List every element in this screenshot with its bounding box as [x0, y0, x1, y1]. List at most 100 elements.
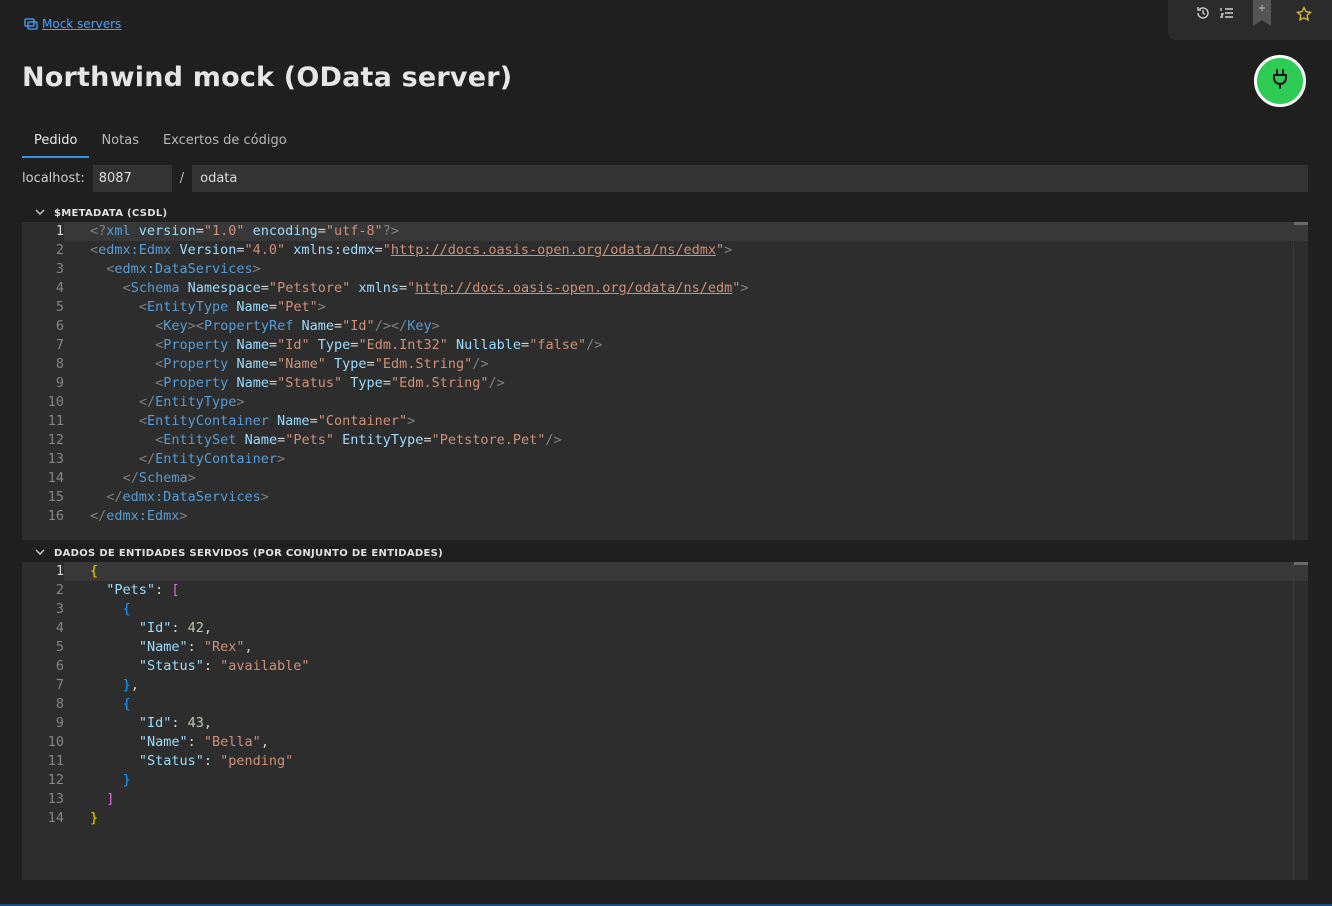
- path-input[interactable]: [192, 165, 1309, 192]
- top-toolbar: [1168, 0, 1332, 40]
- code-text[interactable]: <edmx:Edmx Version="4.0" xmlns:edmx="htt…: [64, 241, 1308, 260]
- code-text[interactable]: <Property Name="Name" Type="Edm.String"/…: [64, 355, 1308, 374]
- editor-scrollbar[interactable]: [1293, 222, 1308, 540]
- line-number: 5: [55, 639, 64, 655]
- code-line[interactable]: 11 "Status": "pending": [22, 752, 1308, 771]
- line-number: 1: [55, 563, 64, 579]
- code-line[interactable]: 9 "Id": 43,: [22, 714, 1308, 733]
- code-line[interactable]: 10 "Name": "Bella",: [22, 733, 1308, 752]
- code-line[interactable]: 6 <Key><PropertyRef Name="Id"/></Key>: [22, 317, 1308, 336]
- code-text[interactable]: </edmx:Edmx>: [64, 507, 1308, 526]
- editor-scrollbar[interactable]: [1293, 562, 1308, 880]
- code-line[interactable]: 9 <Property Name="Status" Type="Edm.Stri…: [22, 374, 1308, 393]
- code-text[interactable]: <EntityContainer Name="Container">: [64, 412, 1308, 431]
- code-line[interactable]: 15 </edmx:DataServices>: [22, 488, 1308, 507]
- star-icon[interactable]: [1296, 5, 1312, 22]
- line-number: 2: [55, 582, 64, 598]
- code-text[interactable]: {: [64, 562, 1308, 581]
- line-number: 8: [55, 356, 64, 372]
- metadata-section-header[interactable]: $METADATA (CSDL): [34, 206, 167, 221]
- code-line[interactable]: 7 },: [22, 676, 1308, 695]
- code-line[interactable]: 7 <Property Name="Id" Type="Edm.Int32" N…: [22, 336, 1308, 355]
- code-line[interactable]: 11 <EntityContainer Name="Container">: [22, 412, 1308, 431]
- code-line[interactable]: 4 "Id": 42,: [22, 619, 1308, 638]
- line-number: 12: [47, 772, 64, 788]
- line-number: 14: [47, 810, 64, 826]
- line-number: 1: [55, 223, 64, 239]
- code-text[interactable]: <Property Name="Id" Type="Edm.Int32" Nul…: [64, 336, 1308, 355]
- tab-notas[interactable]: Notas: [89, 130, 151, 158]
- code-line[interactable]: 8 <Property Name="Name" Type="Edm.String…: [22, 355, 1308, 374]
- path-separator: /: [179, 171, 185, 186]
- code-text[interactable]: </EntityContainer>: [64, 450, 1308, 469]
- code-text[interactable]: {: [64, 695, 1308, 714]
- code-text[interactable]: <Schema Namespace="Petstore" xmlns="http…: [64, 279, 1308, 298]
- code-text[interactable]: <edmx:DataServices>: [64, 260, 1308, 279]
- data-section-header[interactable]: DADOS DE ENTIDADES SERVIDOS (POR CONJUNT…: [34, 546, 443, 561]
- code-line[interactable]: 12 }: [22, 771, 1308, 790]
- history-icon[interactable]: [1195, 5, 1211, 21]
- line-number: 14: [47, 470, 64, 486]
- code-text[interactable]: <EntityType Name="Pet">: [64, 298, 1308, 317]
- breadcrumb-link-mock-servers[interactable]: Mock servers: [42, 17, 121, 31]
- line-number: 8: [55, 696, 64, 712]
- code-line[interactable]: 1 <?xml version="1.0" encoding="utf-8"?>: [22, 222, 1308, 241]
- code-line[interactable]: 12 <EntitySet Name="Pets" EntityType="Pe…: [22, 431, 1308, 450]
- data-editor[interactable]: 1{2 "Pets": [3 {4 "Id": 42, 5 "Name": "Re…: [22, 562, 1308, 880]
- code-text[interactable]: },: [64, 676, 1308, 695]
- line-number: 15: [47, 489, 64, 505]
- metadata-editor[interactable]: 1 <?xml version="1.0" encoding="utf-8"?> 2…: [22, 222, 1308, 540]
- code-line[interactable]: 6 "Status": "available": [22, 657, 1308, 676]
- code-line[interactable]: 5 <EntityType Name="Pet">: [22, 298, 1308, 317]
- code-line[interactable]: 5 "Name": "Rex",: [22, 638, 1308, 657]
- code-text[interactable]: <EntitySet Name="Pets" EntityType="Petst…: [64, 431, 1308, 450]
- start-server-button[interactable]: [1254, 55, 1306, 107]
- code-text[interactable]: "Pets": [: [64, 581, 1308, 600]
- code-line[interactable]: 3 <edmx:DataServices>: [22, 260, 1308, 279]
- line-number: 11: [47, 753, 64, 769]
- line-number: 3: [55, 601, 64, 617]
- code-line[interactable]: 13 </EntityContainer>: [22, 450, 1308, 469]
- code-text[interactable]: "Status": "available": [64, 657, 1308, 676]
- code-text[interactable]: }: [64, 771, 1308, 790]
- code-line[interactable]: 4 <Schema Namespace="Petstore" xmlns="ht…: [22, 279, 1308, 298]
- code-text[interactable]: "Status": "pending": [64, 752, 1308, 771]
- port-input[interactable]: [92, 165, 172, 192]
- code-line[interactable]: 14}: [22, 809, 1308, 828]
- code-text[interactable]: ]: [64, 790, 1308, 809]
- code-text[interactable]: }: [64, 809, 1308, 828]
- code-text[interactable]: <?xml version="1.0" encoding="utf-8"?>: [64, 222, 1308, 241]
- scrollbar-marker: [1294, 222, 1308, 225]
- code-line[interactable]: 16 </edmx:Edmx>: [22, 507, 1308, 526]
- code-text[interactable]: <Key><PropertyRef Name="Id"/></Key>: [64, 317, 1308, 336]
- bookmark-icon[interactable]: [1253, 0, 1271, 26]
- chevron-down-icon: [34, 206, 46, 221]
- code-line[interactable]: 10 </EntityType>: [22, 393, 1308, 412]
- line-number: 2: [55, 242, 64, 258]
- line-number: 7: [55, 337, 64, 353]
- code-text[interactable]: </EntityType>: [64, 393, 1308, 412]
- url-row: localhost: /: [22, 165, 1309, 192]
- tab-excertos-de-codigo[interactable]: Excertos de código: [151, 130, 299, 158]
- code-line[interactable]: 1{: [22, 562, 1308, 581]
- chevron-down-icon: [34, 546, 46, 561]
- code-text[interactable]: </Schema>: [64, 469, 1308, 488]
- code-line[interactable]: 2 "Pets": [: [22, 581, 1308, 600]
- line-number: 12: [47, 432, 64, 448]
- code-text[interactable]: "Name": "Bella",: [64, 733, 1308, 752]
- code-line[interactable]: 3 {: [22, 600, 1308, 619]
- code-text[interactable]: {: [64, 600, 1308, 619]
- code-line[interactable]: 14 </Schema>: [22, 469, 1308, 488]
- code-text[interactable]: "Id": 42,: [64, 619, 1308, 638]
- line-number: 7: [55, 677, 64, 693]
- metadata-section-title: $METADATA (CSDL): [54, 208, 168, 219]
- code-line[interactable]: 8 {: [22, 695, 1308, 714]
- code-line[interactable]: 13 ]: [22, 790, 1308, 809]
- list-icon[interactable]: [1219, 5, 1235, 21]
- code-text[interactable]: </edmx:DataServices>: [64, 488, 1308, 507]
- code-text[interactable]: "Name": "Rex",: [64, 638, 1308, 657]
- code-line[interactable]: 2 <edmx:Edmx Version="4.0" xmlns:edmx="ht…: [22, 241, 1308, 260]
- code-text[interactable]: "Id": 43,: [64, 714, 1308, 733]
- tab-pedido[interactable]: Pedido: [22, 130, 90, 158]
- code-text[interactable]: <Property Name="Status" Type="Edm.String…: [64, 374, 1308, 393]
